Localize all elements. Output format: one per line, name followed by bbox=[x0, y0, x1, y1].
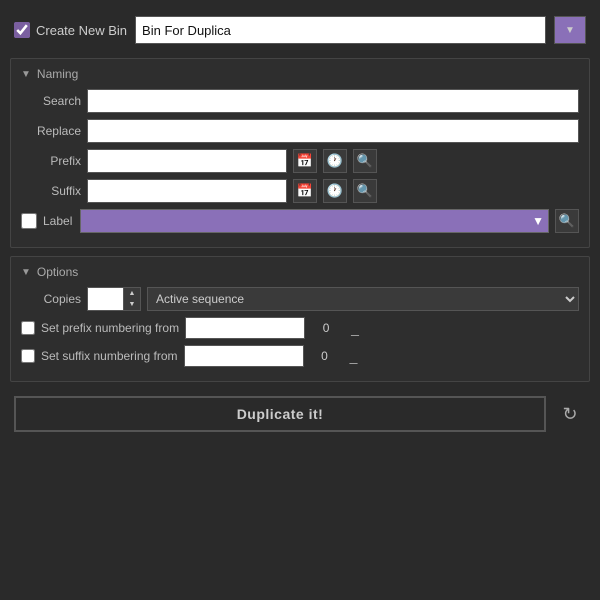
search-row: Search bbox=[21, 89, 579, 113]
calendar-icon: 📅 bbox=[297, 153, 313, 169]
options-title: Options bbox=[37, 265, 78, 279]
suffix-calendar-icon: 📅 bbox=[297, 183, 313, 199]
suffix-from-input[interactable] bbox=[184, 345, 304, 367]
suffix-dash-button[interactable]: _ bbox=[346, 348, 362, 364]
copies-label: Copies bbox=[21, 292, 81, 306]
prefix-from-number: 0 bbox=[311, 321, 341, 335]
suffix-clock-button[interactable]: 🕐 bbox=[323, 179, 347, 203]
replace-input[interactable] bbox=[87, 119, 579, 143]
create-new-bin-text: Create New Bin bbox=[36, 23, 127, 38]
suffix-calendar-button[interactable]: 📅 bbox=[293, 179, 317, 203]
copies-input[interactable] bbox=[88, 288, 123, 310]
naming-header: ▼ Naming bbox=[21, 67, 579, 81]
clock-icon: 🕐 bbox=[327, 153, 343, 169]
prefix-numbering-label: Set prefix numbering from bbox=[41, 321, 179, 335]
bottom-bar: Duplicate it! ↻ bbox=[10, 390, 590, 438]
create-new-bin-checkbox[interactable] bbox=[14, 22, 30, 38]
prefix-numbering-row: Set prefix numbering from 0 _ bbox=[21, 317, 579, 339]
options-section: ▼ Options Copies ▲ ▼ Active sequence Set… bbox=[10, 256, 590, 382]
bin-name-input[interactable] bbox=[135, 16, 546, 44]
search-input[interactable] bbox=[87, 89, 579, 113]
suffix-label: Suffix bbox=[21, 184, 81, 198]
prefix-calendar-button[interactable]: 📅 bbox=[293, 149, 317, 173]
replace-label: Replace bbox=[21, 124, 81, 138]
prefix-dash-button[interactable]: _ bbox=[347, 320, 363, 336]
prefix-row: Prefix 📅 🕐 🔍 bbox=[21, 149, 579, 173]
label-search-button[interactable]: 🔍 bbox=[555, 209, 579, 233]
sequence-select[interactable]: Active sequence bbox=[147, 287, 579, 311]
options-toggle[interactable]: ▼ bbox=[21, 267, 31, 278]
search-label: Search bbox=[21, 94, 81, 108]
color-dropdown-arrow: ▼ bbox=[565, 25, 575, 36]
main-container: Create New Bin ▼ ▼ Naming Search Replace… bbox=[0, 0, 600, 600]
copies-row: Copies ▲ ▼ Active sequence bbox=[21, 287, 579, 311]
suffix-numbering-checkbox[interactable] bbox=[21, 349, 35, 363]
naming-toggle[interactable]: ▼ bbox=[21, 69, 31, 80]
label-text: Label bbox=[43, 214, 72, 228]
label-search-icon: 🔍 bbox=[559, 213, 575, 229]
prefix-label: Prefix bbox=[21, 154, 81, 168]
color-picker-button[interactable]: ▼ bbox=[554, 16, 586, 44]
suffix-row: Suffix 📅 🕐 🔍 bbox=[21, 179, 579, 203]
suffix-numbering-row: Set suffix numbering from 0 _ bbox=[21, 345, 579, 367]
options-header: ▼ Options bbox=[21, 265, 579, 279]
naming-title: Naming bbox=[37, 67, 78, 81]
copies-spinner-wrap: ▲ ▼ bbox=[87, 287, 141, 311]
label-dropdown[interactable]: ▼ bbox=[80, 209, 549, 233]
duplicate-button[interactable]: Duplicate it! bbox=[14, 396, 546, 432]
suffix-search-icon: 🔍 bbox=[357, 183, 373, 199]
top-bar: Create New Bin ▼ bbox=[10, 10, 590, 50]
prefix-clock-button[interactable]: 🕐 bbox=[323, 149, 347, 173]
suffix-clock-icon: 🕐 bbox=[327, 183, 343, 199]
prefix-from-input[interactable] bbox=[185, 317, 305, 339]
search-icon: 🔍 bbox=[357, 153, 373, 169]
refresh-button[interactable]: ↻ bbox=[554, 398, 586, 430]
create-new-bin-label: Create New Bin bbox=[14, 22, 127, 38]
copies-spinner-buttons: ▲ ▼ bbox=[123, 288, 140, 310]
prefix-search-button[interactable]: 🔍 bbox=[353, 149, 377, 173]
replace-row: Replace bbox=[21, 119, 579, 143]
suffix-numbering-label: Set suffix numbering from bbox=[41, 349, 178, 363]
suffix-search-button[interactable]: 🔍 bbox=[353, 179, 377, 203]
label-dropdown-arrow: ▼ bbox=[532, 214, 544, 228]
prefix-numbering-checkbox[interactable] bbox=[21, 321, 35, 335]
suffix-from-number: 0 bbox=[310, 349, 340, 363]
suffix-input[interactable] bbox=[87, 179, 287, 203]
label-row: Label ▼ 🔍 bbox=[21, 209, 579, 233]
copies-up-button[interactable]: ▲ bbox=[124, 288, 140, 299]
label-checkbox[interactable] bbox=[21, 213, 37, 229]
naming-section: ▼ Naming Search Replace Prefix 📅 🕐 🔍 bbox=[10, 58, 590, 248]
prefix-input[interactable] bbox=[87, 149, 287, 173]
copies-down-button[interactable]: ▼ bbox=[124, 299, 140, 310]
